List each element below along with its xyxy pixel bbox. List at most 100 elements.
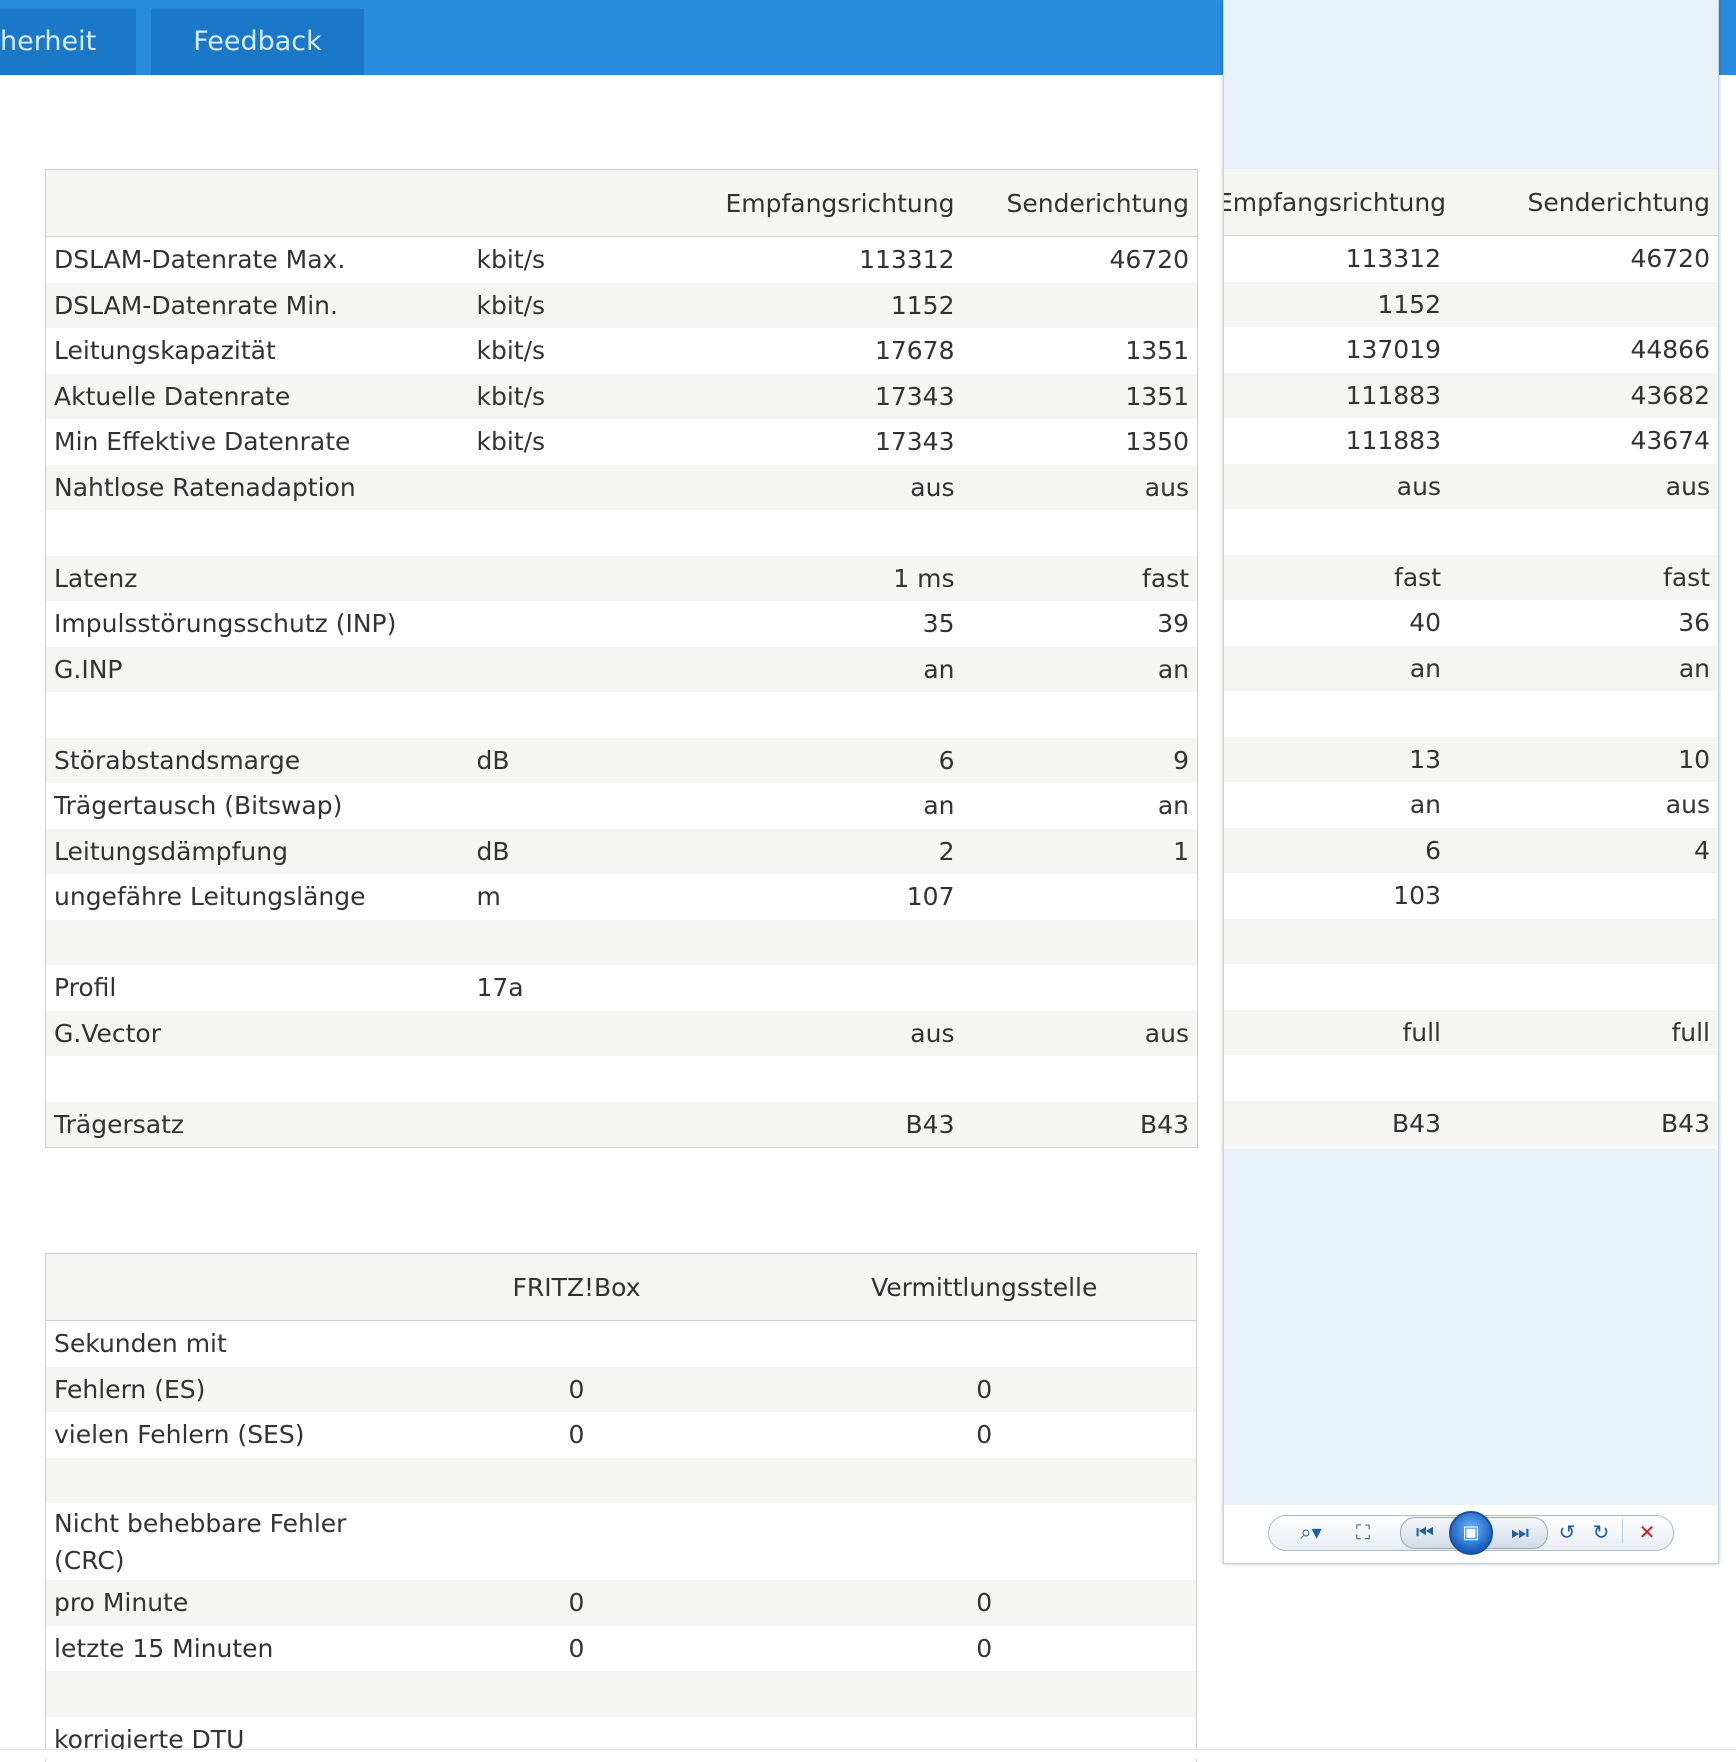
- row-empfang-value: aus: [630, 465, 963, 511]
- table-row: [46, 510, 1198, 556]
- row-sende-value: 10: [1449, 737, 1718, 783]
- table-row: DSLAM-Datenrate Max.kbit/s11331246720: [46, 237, 1198, 283]
- row-label: Sekunden mit: [46, 1321, 381, 1367]
- rotate-right-icon[interactable]: ↻: [1586, 1517, 1616, 1547]
- previous-icon[interactable]: ⏮: [1410, 1517, 1440, 1547]
- row-vermittlungsstelle-value: [773, 1671, 1197, 1717]
- header-empfangsrichtung: Empfangsrichtung: [630, 170, 963, 237]
- row-empfang-value: [1224, 919, 1449, 965]
- header-unit: [469, 170, 630, 237]
- row-empfang-value: [1224, 964, 1449, 1010]
- table-row: [1224, 964, 1718, 1010]
- table-header-row: FRITZ!Box Vermittlungsstelle: [46, 1254, 1197, 1321]
- row-sende-value: [963, 874, 1198, 920]
- row-unit: [469, 647, 630, 693]
- row-unit: [469, 1011, 630, 1057]
- table-row: ausaus: [1224, 464, 1718, 510]
- slideshow-icon[interactable]: ▣: [1449, 1511, 1493, 1555]
- row-sende-value: 46720: [963, 237, 1198, 283]
- error-statistics-table: FRITZ!Box Vermittlungsstelle Sekunden mi…: [45, 1253, 1197, 1762]
- table-row: [46, 1671, 1197, 1717]
- table-row: [46, 1056, 1198, 1102]
- row-unit: kbit/s: [469, 419, 630, 465]
- row-empfang-value: 103: [1224, 873, 1449, 919]
- row-empfang-value: [1224, 1055, 1449, 1101]
- viewer-image: Empfangsrichtung Senderichtung 113312467…: [1224, 169, 1718, 1149]
- row-empfang-value: 1152: [1224, 282, 1449, 328]
- row-label: DSLAM-Datenrate Max.: [46, 237, 469, 283]
- row-label: Impulsstörungsschutz (INP): [46, 601, 469, 647]
- table-row: ungefähre Leitungslängem107: [46, 874, 1198, 920]
- table-row: 103: [1224, 873, 1718, 919]
- row-unit: [469, 556, 630, 602]
- row-empfang-value: an: [1224, 782, 1449, 828]
- row-empfang-value: an: [630, 647, 963, 693]
- table-row: G.Vectorausaus: [46, 1011, 1198, 1057]
- rotate-left-icon[interactable]: ↺: [1552, 1517, 1582, 1547]
- row-unit: 17a: [469, 965, 630, 1011]
- row-vermittlungsstelle-value: 0: [773, 1367, 1197, 1413]
- header-empfangsrichtung: Empfangsrichtung: [1224, 169, 1449, 236]
- row-empfang-value: 111883: [1224, 373, 1449, 419]
- row-empfang-value: full: [1224, 1010, 1449, 1056]
- row-empfang-value: 17678: [630, 328, 963, 374]
- row-empfang-value: 137019: [1224, 327, 1449, 373]
- row-sende-value: 39: [963, 601, 1198, 647]
- table-row: Nicht behebbare Fehler (CRC): [46, 1503, 1197, 1580]
- row-label: Fehlern (ES): [46, 1367, 381, 1413]
- table-row: DSLAM-Datenrate Min.kbit/s1152: [46, 283, 1198, 329]
- row-vermittlungsstelle-value: 0: [773, 1412, 1197, 1458]
- row-empfang-value: 40: [1224, 600, 1449, 646]
- table-row: anan: [1224, 646, 1718, 692]
- tab-feedback[interactable]: Feedback: [151, 9, 364, 75]
- row-sende-value: 44866: [1449, 327, 1718, 373]
- table-row: vielen Fehlern (SES)00: [46, 1412, 1197, 1458]
- row-sende-value: [1449, 282, 1718, 328]
- header-fritzbox: FRITZ!Box: [381, 1254, 773, 1321]
- image-viewer-window: Empfangsrichtung Senderichtung 113312467…: [1223, 0, 1719, 1564]
- row-sende-value: aus: [963, 465, 1198, 511]
- row-fritzbox-value: 0: [381, 1580, 773, 1626]
- row-sende-value: [963, 510, 1198, 556]
- row-sende-value: 46720: [1449, 236, 1718, 282]
- tab-sicherheit[interactable]: herheit: [0, 9, 136, 75]
- table-row: [46, 920, 1198, 966]
- row-sende-value: [1449, 1055, 1718, 1101]
- header-senderichtung: Senderichtung: [963, 170, 1198, 237]
- table-row: letzte 15 Minuten00: [46, 1626, 1197, 1672]
- row-label: Nahtlose Ratenadaption: [46, 465, 469, 511]
- row-sende-value: aus: [1449, 464, 1718, 510]
- row-unit: m: [469, 874, 630, 920]
- next-icon[interactable]: ⏭: [1505, 1517, 1535, 1547]
- row-vermittlungsstelle-value: [773, 1503, 1197, 1580]
- viewer-image-table: Empfangsrichtung Senderichtung 113312467…: [1224, 169, 1718, 1146]
- row-vermittlungsstelle-value: 0: [773, 1580, 1197, 1626]
- zoom-icon[interactable]: ⌕▾: [1291, 1517, 1331, 1547]
- row-label: Latenz: [46, 556, 469, 602]
- row-label: Leitungsdämpfung: [46, 829, 469, 875]
- fit-icon[interactable]: ⛶: [1348, 1517, 1378, 1547]
- row-sende-value: [1449, 919, 1718, 965]
- table-row: [1224, 509, 1718, 555]
- table-row: [1224, 691, 1718, 737]
- row-empfang-value: 2: [630, 829, 963, 875]
- row-unit: kbit/s: [469, 237, 630, 283]
- row-sende-value: aus: [963, 1011, 1198, 1057]
- delete-icon[interactable]: ✕: [1632, 1517, 1662, 1547]
- row-unit: [469, 692, 630, 738]
- row-vermittlungsstelle-value: [773, 1458, 1197, 1504]
- row-empfang-value: 6: [630, 738, 963, 784]
- table-row: fullfull: [1224, 1010, 1718, 1056]
- table-row: [1224, 1055, 1718, 1101]
- row-empfang-value: 35: [630, 601, 963, 647]
- table-row: fastfast: [1224, 555, 1718, 601]
- row-sende-value: 43682: [1449, 373, 1718, 419]
- table-row: 1310: [1224, 737, 1718, 783]
- row-empfang-value: an: [630, 783, 963, 829]
- row-sende-value: [963, 283, 1198, 329]
- row-empfang-value: 6: [1224, 828, 1449, 874]
- row-empfang-value: 111883: [1224, 418, 1449, 464]
- row-sende-value: 36: [1449, 600, 1718, 646]
- table-row: 13701944866: [1224, 327, 1718, 373]
- row-unit: dB: [469, 738, 630, 784]
